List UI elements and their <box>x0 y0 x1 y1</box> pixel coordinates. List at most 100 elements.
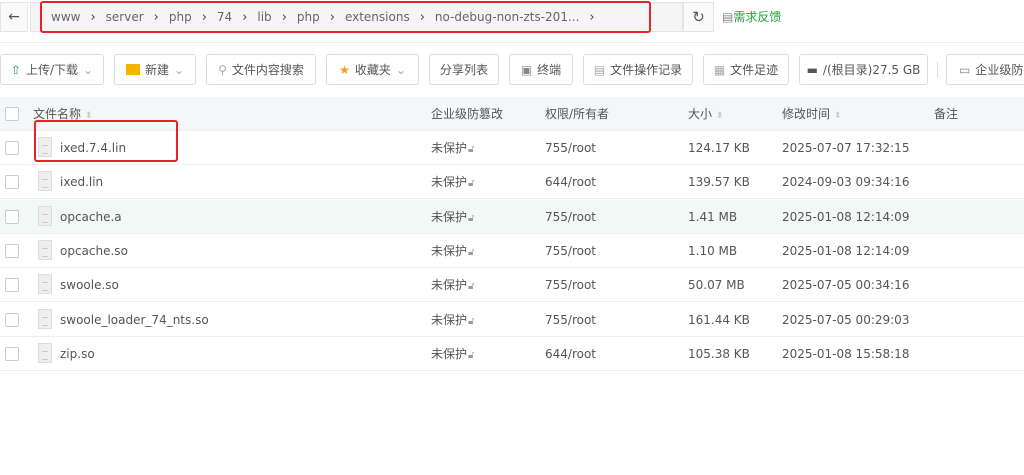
toolbar-separator <box>937 62 938 78</box>
row-checkbox[interactable] <box>5 209 19 224</box>
unlock-icon: 🔓︎ <box>468 144 475 155</box>
unlock-icon: 🔓︎ <box>468 246 475 258</box>
annotation-box <box>40 1 651 33</box>
header-note: 备注 <box>934 107 959 121</box>
permission[interactable]: 755/root <box>545 303 596 337</box>
file-size: 139.57 KB <box>688 175 750 190</box>
chevron-down-icon: ⌄ <box>83 62 94 77</box>
modified-time: 2025-07-05 00:34:16 <box>782 278 910 293</box>
modified-time: 2025-01-08 15:58:18 <box>782 346 910 361</box>
sort-icon: ⬍ <box>715 111 724 121</box>
enterprise-protect-button[interactable]: ▭企业级防篡改 <box>946 54 1024 85</box>
file-size: 1.10 MB <box>688 243 738 258</box>
table-row[interactable]: ixed.lin 未保护🔓︎ 644/root 139.57 KB 2024-0… <box>0 165 1024 200</box>
file-size: 105.38 KB <box>688 346 750 361</box>
share-list-button[interactable]: 分享列表 <box>429 54 499 85</box>
modified-time: 2025-01-08 12:14:09 <box>782 243 910 258</box>
unlock-icon: 🔓︎ <box>468 349 475 361</box>
table-row[interactable]: zip.so 未保护🔓︎ 644/root 105.38 KB 2025-01-… <box>0 337 1024 371</box>
folder-icon <box>125 64 140 75</box>
protect-status[interactable]: 未保护🔓︎ <box>431 303 475 337</box>
modified-time: 2025-07-07 17:32:15 <box>782 141 910 155</box>
file-size: 1.41 MB <box>688 209 738 224</box>
header-size[interactable]: 大小 ⬍ <box>688 97 723 131</box>
row-checkbox[interactable] <box>5 243 19 258</box>
select-all-checkbox[interactable] <box>5 107 19 121</box>
header-mtime[interactable]: 修改时间 ⬍ <box>782 97 841 131</box>
feedback-link[interactable]: ▤需求反馈 <box>722 8 781 25</box>
search-icon: ⚲ <box>218 62 227 77</box>
modified-time: 2025-01-08 12:14:09 <box>782 209 910 224</box>
file-icon <box>38 342 52 363</box>
protect-status[interactable]: 未保护🔓︎ <box>431 131 475 165</box>
file-name[interactable]: zip.so <box>60 337 95 371</box>
permission[interactable]: 755/root <box>545 200 596 234</box>
star-icon: ★ <box>339 62 350 77</box>
row-checkbox[interactable] <box>5 141 19 155</box>
file-name[interactable]: opcache.a <box>60 200 122 234</box>
row-checkbox[interactable] <box>5 346 19 361</box>
disk-icon: ▬ <box>806 62 818 77</box>
file-icon <box>38 308 52 329</box>
permission[interactable]: 755/root <box>545 268 596 302</box>
shield-icon: ▭ <box>959 62 971 77</box>
row-checkbox[interactable] <box>5 312 19 327</box>
calendar-icon: ▦ <box>713 62 726 77</box>
modified-time: 2024-09-03 09:34:16 <box>782 175 910 190</box>
back-button[interactable]: ← <box>0 2 28 32</box>
file-icon <box>38 171 52 192</box>
upload-download-button[interactable]: ⇧ 上传/下载 ⌄ <box>0 54 104 85</box>
modified-time: 2025-07-05 00:29:03 <box>782 312 910 327</box>
unlock-icon: 🔓︎ <box>468 281 475 293</box>
permission[interactable]: 755/root <box>545 131 596 165</box>
header-protect: 企业级防篡改 <box>431 107 504 121</box>
footprint-button[interactable]: ▦ 文件足迹 <box>703 54 789 85</box>
refresh-button[interactable]: ↻ <box>683 2 714 32</box>
unlock-icon: 🔓︎ <box>468 212 475 224</box>
protect-status[interactable]: 未保护🔓︎ <box>431 268 475 302</box>
protect-status[interactable]: 未保护🔓︎ <box>431 200 475 234</box>
file-name[interactable]: swoole_loader_74_nts.so <box>60 303 209 337</box>
annotation-box <box>34 120 178 162</box>
file-icon <box>38 205 52 226</box>
row-checkbox[interactable] <box>5 175 19 190</box>
file-size: 124.17 KB <box>688 141 750 155</box>
file-icon <box>38 274 52 295</box>
table-row[interactable]: swoole_loader_74_nts.so 未保护🔓︎ 755/root 1… <box>0 303 1024 337</box>
permission[interactable]: 644/root <box>545 337 596 371</box>
note-icon: ▤ <box>722 10 734 24</box>
file-icon <box>38 239 52 260</box>
refresh-icon: ↻ <box>692 8 705 26</box>
upload-icon: ⇧ <box>10 62 21 77</box>
favorites-button[interactable]: ★ 收藏夹 ⌄ <box>326 54 419 85</box>
protect-status[interactable]: 未保护🔓︎ <box>431 234 475 268</box>
table-row[interactable]: opcache.so 未保护🔓︎ 755/root 1.10 MB 2025-0… <box>0 234 1024 268</box>
log-icon: ▤ <box>593 62 606 77</box>
sort-icon: ⬍ <box>833 111 842 121</box>
arrow-left-icon: ← <box>8 9 20 25</box>
unlock-icon: 🔓︎ <box>468 315 475 327</box>
table-row[interactable]: opcache.a 未保护🔓︎ 755/root 1.41 MB 2025-01… <box>0 199 1024 234</box>
chevron-down-icon: ⌄ <box>395 62 406 77</box>
permission[interactable]: 644/root <box>545 165 596 199</box>
terminal-icon: ▣ <box>520 62 533 77</box>
new-button[interactable]: 新建 ⌄ <box>114 54 196 85</box>
protect-status[interactable]: 未保护🔓︎ <box>431 337 475 371</box>
file-size: 161.44 KB <box>688 312 750 327</box>
operation-log-button[interactable]: ▤ 文件操作记录 <box>583 54 693 85</box>
file-name[interactable]: swoole.so <box>60 268 119 302</box>
row-checkbox[interactable] <box>5 278 19 293</box>
disk-button[interactable]: ▬/(根目录)27.5 GB <box>799 54 928 85</box>
file-size: 50.07 MB <box>688 278 745 293</box>
divider <box>0 42 1024 43</box>
header-perm: 权限/所有者 <box>545 107 610 121</box>
unlock-icon: 🔓︎ <box>468 178 475 190</box>
chevron-down-icon: ⌄ <box>173 62 185 77</box>
file-name[interactable]: ixed.lin <box>60 165 103 199</box>
file-name[interactable]: opcache.so <box>60 234 128 268</box>
terminal-button[interactable]: ▣ 终端 <box>509 54 573 85</box>
protect-status[interactable]: 未保护🔓︎ <box>431 165 475 199</box>
permission[interactable]: 755/root <box>545 234 596 268</box>
content-search-button[interactable]: ⚲ 文件内容搜索 <box>206 54 316 85</box>
table-row[interactable]: swoole.so 未保护🔓︎ 755/root 50.07 MB 2025-0… <box>0 268 1024 303</box>
